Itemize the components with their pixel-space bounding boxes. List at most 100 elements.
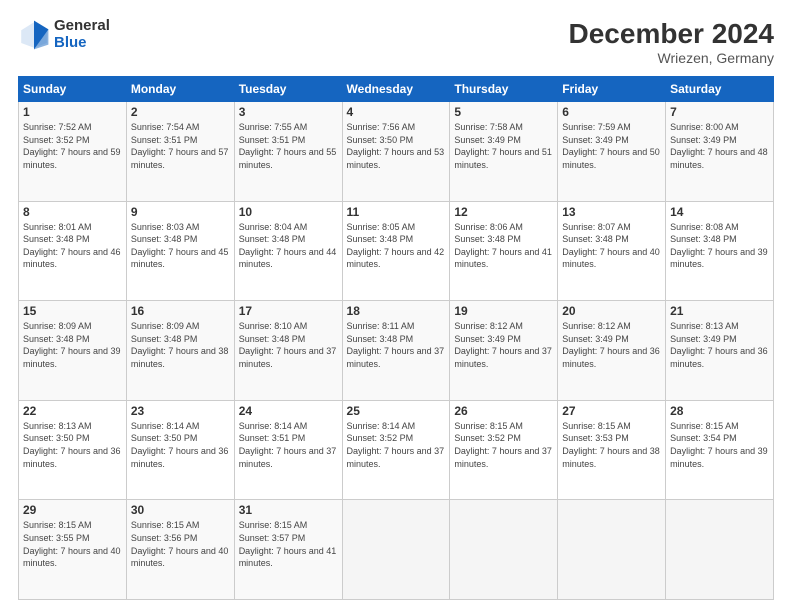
day-number-21: 21 <box>670 304 769 318</box>
day-info-19: Sunrise: 8:12 AM Sunset: 3:49 PM Dayligh… <box>454 320 553 370</box>
day-info-4: Sunrise: 7:56 AM Sunset: 3:50 PM Dayligh… <box>347 121 446 171</box>
day-number-8: 8 <box>23 205 122 219</box>
day-info-23: Sunrise: 8:14 AM Sunset: 3:50 PM Dayligh… <box>131 420 230 470</box>
day-number-28: 28 <box>670 404 769 418</box>
day-info-5: Sunrise: 7:58 AM Sunset: 3:49 PM Dayligh… <box>454 121 553 171</box>
logo-icon <box>18 19 50 51</box>
empty-cell <box>342 500 450 600</box>
day-cell-25: 25 Sunrise: 8:14 AM Sunset: 3:52 PM Dayl… <box>342 400 450 500</box>
day-number-30: 30 <box>131 503 230 517</box>
col-thursday: Thursday <box>450 77 558 102</box>
header: General Blue December 2024 Wriezen, Germ… <box>18 18 774 66</box>
day-cell-27: 27 Sunrise: 8:15 AM Sunset: 3:53 PM Dayl… <box>558 400 666 500</box>
day-cell-13: 13 Sunrise: 8:07 AM Sunset: 3:48 PM Dayl… <box>558 201 666 301</box>
day-number-22: 22 <box>23 404 122 418</box>
week-row-3: 15 Sunrise: 8:09 AM Sunset: 3:48 PM Dayl… <box>19 301 774 401</box>
day-cell-2: 2 Sunrise: 7:54 AM Sunset: 3:51 PM Dayli… <box>126 102 234 202</box>
day-cell-18: 18 Sunrise: 8:11 AM Sunset: 3:48 PM Dayl… <box>342 301 450 401</box>
calendar-header-row: Sunday Monday Tuesday Wednesday Thursday… <box>19 77 774 102</box>
day-number-26: 26 <box>454 404 553 418</box>
week-row-2: 8 Sunrise: 8:01 AM Sunset: 3:48 PM Dayli… <box>19 201 774 301</box>
col-friday: Friday <box>558 77 666 102</box>
empty-cell <box>450 500 558 600</box>
day-number-19: 19 <box>454 304 553 318</box>
day-info-1: Sunrise: 7:52 AM Sunset: 3:52 PM Dayligh… <box>23 121 122 171</box>
day-number-20: 20 <box>562 304 661 318</box>
col-monday: Monday <box>126 77 234 102</box>
day-number-13: 13 <box>562 205 661 219</box>
empty-cell <box>558 500 666 600</box>
location: Wriezen, Germany <box>569 50 774 66</box>
day-number-3: 3 <box>239 105 338 119</box>
day-info-8: Sunrise: 8:01 AM Sunset: 3:48 PM Dayligh… <box>23 221 122 271</box>
day-number-2: 2 <box>131 105 230 119</box>
day-info-25: Sunrise: 8:14 AM Sunset: 3:52 PM Dayligh… <box>347 420 446 470</box>
day-cell-16: 16 Sunrise: 8:09 AM Sunset: 3:48 PM Dayl… <box>126 301 234 401</box>
day-number-16: 16 <box>131 304 230 318</box>
logo: General Blue <box>18 18 110 51</box>
day-number-25: 25 <box>347 404 446 418</box>
day-cell-21: 21 Sunrise: 8:13 AM Sunset: 3:49 PM Dayl… <box>666 301 774 401</box>
col-wednesday: Wednesday <box>342 77 450 102</box>
day-number-27: 27 <box>562 404 661 418</box>
day-cell-24: 24 Sunrise: 8:14 AM Sunset: 3:51 PM Dayl… <box>234 400 342 500</box>
day-cell-31: 31 Sunrise: 8:15 AM Sunset: 3:57 PM Dayl… <box>234 500 342 600</box>
week-row-1: 1 Sunrise: 7:52 AM Sunset: 3:52 PM Dayli… <box>19 102 774 202</box>
day-info-15: Sunrise: 8:09 AM Sunset: 3:48 PM Dayligh… <box>23 320 122 370</box>
day-cell-8: 8 Sunrise: 8:01 AM Sunset: 3:48 PM Dayli… <box>19 201 127 301</box>
day-cell-30: 30 Sunrise: 8:15 AM Sunset: 3:56 PM Dayl… <box>126 500 234 600</box>
day-info-10: Sunrise: 8:04 AM Sunset: 3:48 PM Dayligh… <box>239 221 338 271</box>
day-info-31: Sunrise: 8:15 AM Sunset: 3:57 PM Dayligh… <box>239 519 338 569</box>
day-cell-4: 4 Sunrise: 7:56 AM Sunset: 3:50 PM Dayli… <box>342 102 450 202</box>
col-saturday: Saturday <box>666 77 774 102</box>
empty-cell <box>666 500 774 600</box>
day-number-15: 15 <box>23 304 122 318</box>
day-number-29: 29 <box>23 503 122 517</box>
day-number-17: 17 <box>239 304 338 318</box>
day-info-17: Sunrise: 8:10 AM Sunset: 3:48 PM Dayligh… <box>239 320 338 370</box>
day-number-18: 18 <box>347 304 446 318</box>
week-row-4: 22 Sunrise: 8:13 AM Sunset: 3:50 PM Dayl… <box>19 400 774 500</box>
day-cell-7: 7 Sunrise: 8:00 AM Sunset: 3:49 PM Dayli… <box>666 102 774 202</box>
day-info-3: Sunrise: 7:55 AM Sunset: 3:51 PM Dayligh… <box>239 121 338 171</box>
day-cell-3: 3 Sunrise: 7:55 AM Sunset: 3:51 PM Dayli… <box>234 102 342 202</box>
day-cell-28: 28 Sunrise: 8:15 AM Sunset: 3:54 PM Dayl… <box>666 400 774 500</box>
day-cell-6: 6 Sunrise: 7:59 AM Sunset: 3:49 PM Dayli… <box>558 102 666 202</box>
day-number-23: 23 <box>131 404 230 418</box>
day-info-22: Sunrise: 8:13 AM Sunset: 3:50 PM Dayligh… <box>23 420 122 470</box>
day-info-20: Sunrise: 8:12 AM Sunset: 3:49 PM Dayligh… <box>562 320 661 370</box>
col-tuesday: Tuesday <box>234 77 342 102</box>
day-info-16: Sunrise: 8:09 AM Sunset: 3:48 PM Dayligh… <box>131 320 230 370</box>
day-info-27: Sunrise: 8:15 AM Sunset: 3:53 PM Dayligh… <box>562 420 661 470</box>
day-info-24: Sunrise: 8:14 AM Sunset: 3:51 PM Dayligh… <box>239 420 338 470</box>
logo-general: General <box>54 18 110 35</box>
day-number-6: 6 <box>562 105 661 119</box>
logo-text: General Blue <box>54 18 110 51</box>
week-row-5: 29 Sunrise: 8:15 AM Sunset: 3:55 PM Dayl… <box>19 500 774 600</box>
calendar-body: 1 Sunrise: 7:52 AM Sunset: 3:52 PM Dayli… <box>19 102 774 600</box>
day-cell-1: 1 Sunrise: 7:52 AM Sunset: 3:52 PM Dayli… <box>19 102 127 202</box>
day-number-7: 7 <box>670 105 769 119</box>
col-sunday: Sunday <box>19 77 127 102</box>
day-cell-12: 12 Sunrise: 8:06 AM Sunset: 3:48 PM Dayl… <box>450 201 558 301</box>
day-cell-9: 9 Sunrise: 8:03 AM Sunset: 3:48 PM Dayli… <box>126 201 234 301</box>
day-number-10: 10 <box>239 205 338 219</box>
day-info-14: Sunrise: 8:08 AM Sunset: 3:48 PM Dayligh… <box>670 221 769 271</box>
day-info-2: Sunrise: 7:54 AM Sunset: 3:51 PM Dayligh… <box>131 121 230 171</box>
day-cell-15: 15 Sunrise: 8:09 AM Sunset: 3:48 PM Dayl… <box>19 301 127 401</box>
day-number-11: 11 <box>347 205 446 219</box>
day-cell-5: 5 Sunrise: 7:58 AM Sunset: 3:49 PM Dayli… <box>450 102 558 202</box>
day-info-11: Sunrise: 8:05 AM Sunset: 3:48 PM Dayligh… <box>347 221 446 271</box>
day-info-7: Sunrise: 8:00 AM Sunset: 3:49 PM Dayligh… <box>670 121 769 171</box>
day-cell-10: 10 Sunrise: 8:04 AM Sunset: 3:48 PM Dayl… <box>234 201 342 301</box>
calendar-table: Sunday Monday Tuesday Wednesday Thursday… <box>18 76 774 600</box>
day-cell-11: 11 Sunrise: 8:05 AM Sunset: 3:48 PM Dayl… <box>342 201 450 301</box>
day-info-9: Sunrise: 8:03 AM Sunset: 3:48 PM Dayligh… <box>131 221 230 271</box>
day-cell-20: 20 Sunrise: 8:12 AM Sunset: 3:49 PM Dayl… <box>558 301 666 401</box>
day-cell-29: 29 Sunrise: 8:15 AM Sunset: 3:55 PM Dayl… <box>19 500 127 600</box>
day-info-28: Sunrise: 8:15 AM Sunset: 3:54 PM Dayligh… <box>670 420 769 470</box>
day-number-5: 5 <box>454 105 553 119</box>
day-number-4: 4 <box>347 105 446 119</box>
day-info-6: Sunrise: 7:59 AM Sunset: 3:49 PM Dayligh… <box>562 121 661 171</box>
day-info-12: Sunrise: 8:06 AM Sunset: 3:48 PM Dayligh… <box>454 221 553 271</box>
